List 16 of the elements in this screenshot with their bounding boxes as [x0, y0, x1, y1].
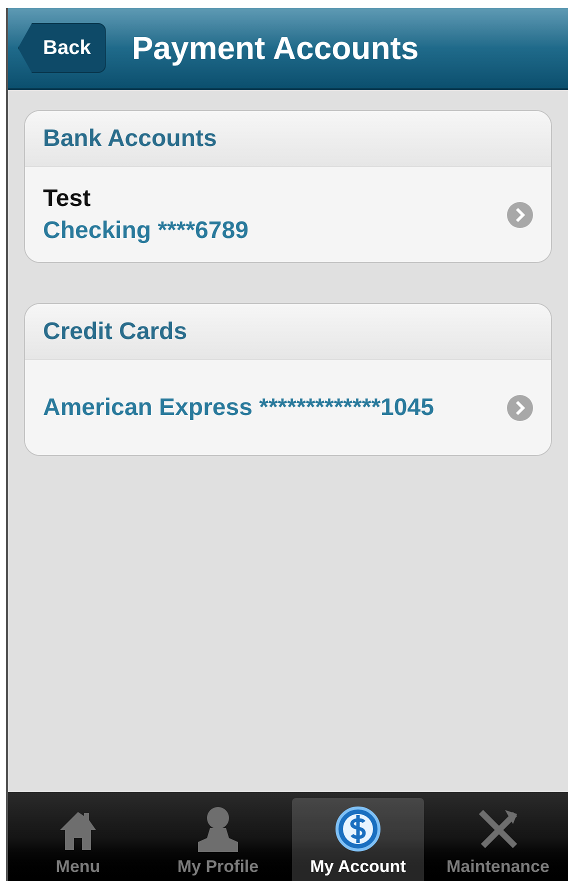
chevron-icon: [507, 394, 533, 420]
person-icon: [197, 806, 239, 852]
account-name: Test: [43, 184, 92, 214]
tab[interactable]: My Account: [292, 798, 424, 881]
back-button[interactable]: Back: [18, 23, 106, 73]
dollar-coin-icon: [335, 806, 381, 852]
account-number: American Express *************1045: [43, 392, 434, 422]
account-number: Checking ****6789: [43, 216, 248, 246]
tab[interactable]: Menu: [8, 798, 148, 881]
chevron-icon: [507, 202, 533, 228]
tab[interactable]: Maintenance: [428, 798, 568, 881]
section-header: Bank Accounts: [43, 124, 217, 154]
section-header: Credit Cards: [43, 316, 188, 346]
house-icon: [58, 810, 98, 852]
screen-title: Payment Accounts: [132, 29, 419, 68]
tab[interactable]: My Profile: [148, 798, 288, 881]
